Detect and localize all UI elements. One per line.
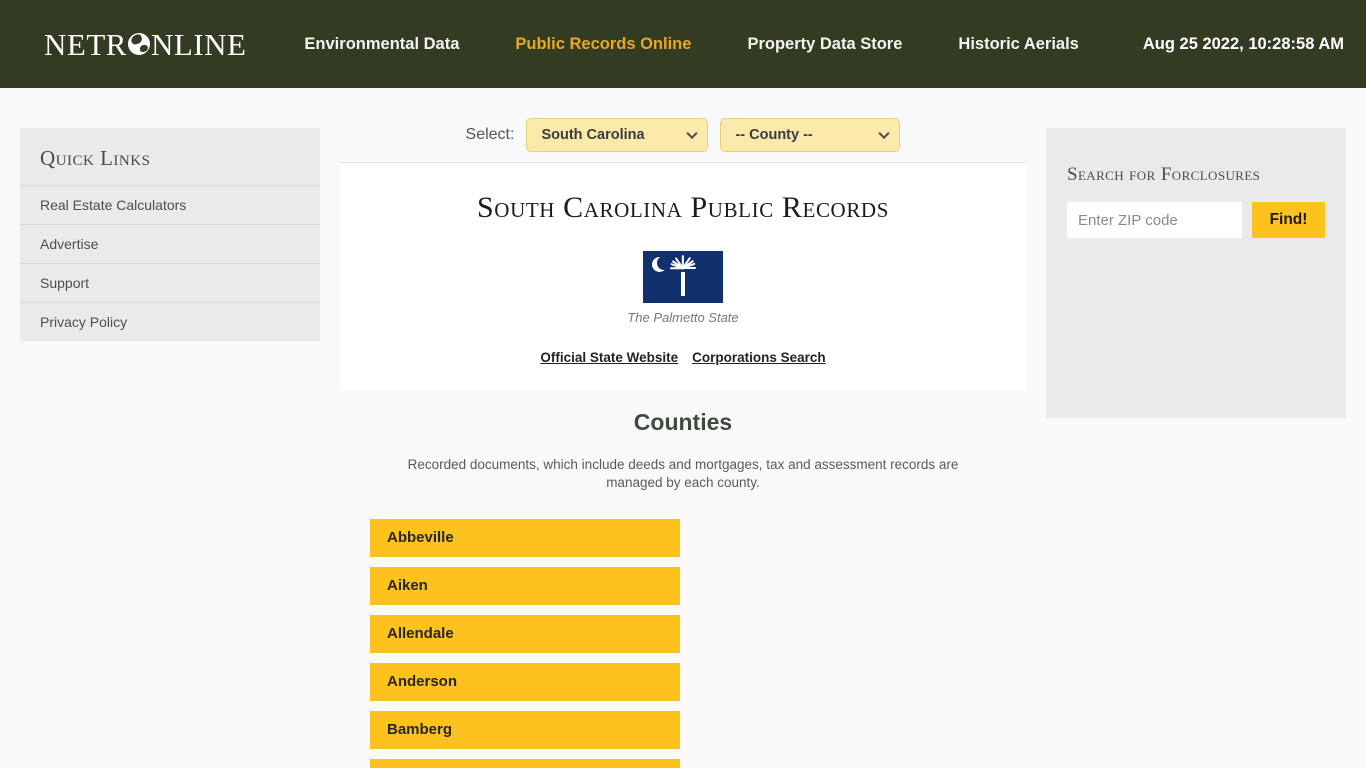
site-header: NETR NLINE Environmental Data Public Reco… bbox=[0, 0, 1366, 88]
state-resource-links: Official State Website Corporations Sear… bbox=[340, 350, 1026, 365]
sidebar-item-support[interactable]: Support bbox=[20, 263, 320, 302]
county-item-aiken[interactable]: Aiken bbox=[370, 567, 680, 606]
counties-description: Recorded documents, which include deeds … bbox=[407, 457, 959, 490]
logo-text-suffix: NLINE bbox=[150, 26, 247, 62]
crescent-moon-shape bbox=[652, 256, 671, 272]
official-state-website-link[interactable]: Official State Website bbox=[540, 350, 678, 365]
nav-item-environmental-data[interactable]: Environmental Data bbox=[304, 35, 459, 54]
state-select[interactable]: South Carolina bbox=[526, 118, 709, 152]
county-list: Abbeville Aiken Allendale Anderson Bambe… bbox=[340, 519, 1026, 768]
state-info-card: South Carolina Public Records The Palmet… bbox=[340, 162, 1026, 391]
location-selector: Select: South Carolina -- County -- bbox=[340, 88, 1026, 162]
county-select-value: -- County -- bbox=[735, 127, 813, 143]
sidebar-item-advertise[interactable]: Advertise bbox=[20, 224, 320, 263]
site-logo[interactable]: NETR NLINE bbox=[44, 29, 246, 60]
counties-heading: Counties bbox=[633, 409, 733, 435]
corporations-search-link[interactable]: Corporations Search bbox=[692, 350, 826, 365]
county-item-allendale[interactable]: Allendale bbox=[370, 615, 680, 654]
county-item-next[interactable] bbox=[370, 759, 680, 768]
flag-caption: The Palmetto State bbox=[627, 310, 739, 325]
chevron-down-icon bbox=[878, 127, 891, 140]
nav-item-property-data-store[interactable]: Property Data Store bbox=[747, 35, 902, 54]
foreclosure-search-title: Search for Forclosures bbox=[1067, 164, 1261, 185]
county-item-abbeville[interactable]: Abbeville bbox=[370, 519, 680, 558]
sidebar-item-real-estate-calculators[interactable]: Real Estate Calculators bbox=[20, 185, 320, 224]
quick-links-panel: Quick Links Real Estate Calculators Adve… bbox=[20, 128, 320, 341]
sidebar-item-privacy-policy[interactable]: Privacy Policy bbox=[20, 302, 320, 341]
state-flag-icon bbox=[643, 251, 723, 303]
select-label: Select: bbox=[465, 126, 515, 143]
globe-icon bbox=[127, 33, 150, 55]
foreclosure-search-panel: Search for Forclosures Find! bbox=[1046, 128, 1346, 418]
chevron-down-icon bbox=[686, 127, 699, 140]
county-item-bamberg[interactable]: Bamberg bbox=[370, 711, 680, 750]
logo-text-prefix: NETR bbox=[44, 26, 127, 62]
county-select[interactable]: -- County -- bbox=[720, 118, 901, 152]
zip-code-input[interactable] bbox=[1067, 202, 1242, 238]
main-content: Select: South Carolina -- County -- Sout… bbox=[340, 88, 1026, 768]
nav-item-public-records-online[interactable]: Public Records Online bbox=[515, 35, 691, 54]
main-navigation: Environmental Data Public Records Online… bbox=[304, 35, 1078, 54]
nav-item-historic-aerials[interactable]: Historic Aerials bbox=[958, 35, 1078, 54]
find-button[interactable]: Find! bbox=[1252, 202, 1325, 238]
palmetto-trunk-shape bbox=[681, 272, 685, 296]
county-item-anderson[interactable]: Anderson bbox=[370, 663, 680, 702]
page-body: Quick Links Real Estate Calculators Adve… bbox=[0, 88, 1366, 768]
zip-search-form: Find! bbox=[1067, 202, 1325, 238]
header-datetime: Aug 25 2022, 10:28:58 AM bbox=[1142, 34, 1345, 53]
page-title: South Carolina Public Records bbox=[477, 191, 889, 224]
quick-links-title: Quick Links bbox=[40, 146, 151, 170]
state-select-value: South Carolina bbox=[541, 127, 645, 143]
